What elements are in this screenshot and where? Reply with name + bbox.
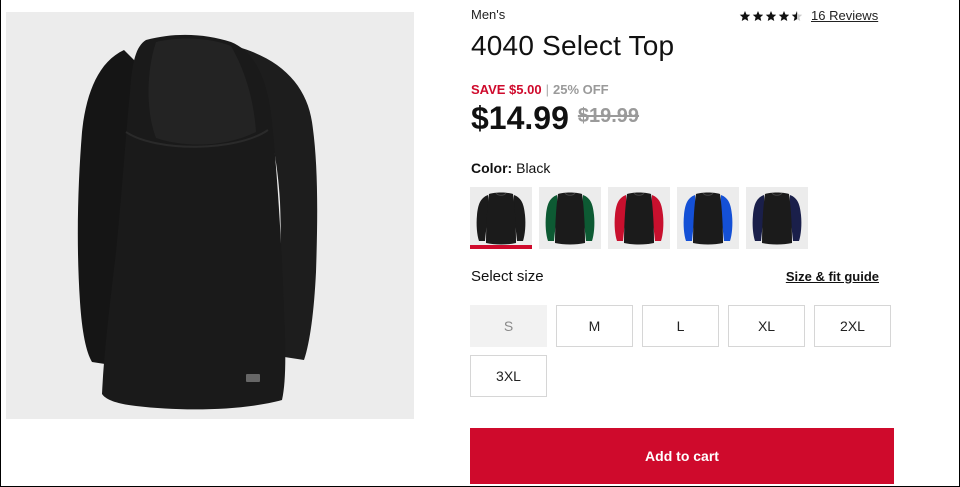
color-swatch-black[interactable] (470, 187, 532, 249)
product-title: 4040 Select Top (471, 30, 675, 61)
star-full-icon (752, 10, 764, 21)
size-option-2xl[interactable]: 2XL (814, 305, 891, 347)
size-option-l[interactable]: L (642, 305, 719, 347)
rating-stars (739, 10, 803, 22)
add-to-cart-button[interactable]: Add to cart (470, 428, 894, 484)
size-option-s[interactable]: S (470, 305, 547, 347)
color-swatch-green[interactable] (539, 187, 601, 249)
original-price: $19.99 (577, 105, 640, 127)
size-option-3xl[interactable]: 3XL (470, 355, 547, 397)
savings-banner: SAVE $5.00 | 25% OFF (471, 82, 609, 97)
save-amount: SAVE $5.00 (471, 82, 542, 97)
star-half-icon (791, 10, 803, 21)
color-swatch-royal[interactable] (677, 187, 739, 249)
savings-separator: | (545, 82, 549, 97)
size-fit-guide-link[interactable]: Size & fit guide (786, 269, 879, 284)
color-swatch-navy[interactable] (746, 187, 808, 249)
size-header: Select size Size & fit guide (471, 268, 879, 285)
product-image[interactable] (6, 12, 414, 419)
shirt-thumbnail-icon (476, 192, 526, 245)
shirt-thumbnail-icon (614, 192, 664, 245)
shirt-thumbnail-icon (545, 192, 595, 245)
product-category: Men's (471, 7, 506, 22)
shirt-back-image (6, 12, 414, 419)
color-swatch-red[interactable] (608, 187, 670, 249)
size-option-xl[interactable]: XL (728, 305, 805, 347)
star-full-icon (765, 10, 777, 21)
sale-price: $14.99 (471, 100, 569, 136)
star-full-icon (739, 10, 751, 21)
price-row: $14.99 $19.99 (471, 100, 639, 137)
color-selection-label: Color: Black (471, 160, 550, 176)
size-options: S M L XL 2XL 3XL (470, 305, 895, 397)
selected-color-name: Black (516, 160, 551, 176)
select-size-label: Select size (471, 268, 544, 285)
star-full-icon (778, 10, 790, 21)
product-rating[interactable]: 16 Reviews (739, 8, 878, 23)
shirt-thumbnail-icon (683, 192, 733, 245)
shirt-thumbnail-icon (752, 192, 802, 245)
color-label: Color: (471, 160, 513, 176)
percent-off: 25% OFF (552, 82, 609, 97)
color-swatches (470, 187, 808, 249)
reviews-link[interactable]: 16 Reviews (811, 8, 878, 23)
size-option-m[interactable]: M (556, 305, 633, 347)
